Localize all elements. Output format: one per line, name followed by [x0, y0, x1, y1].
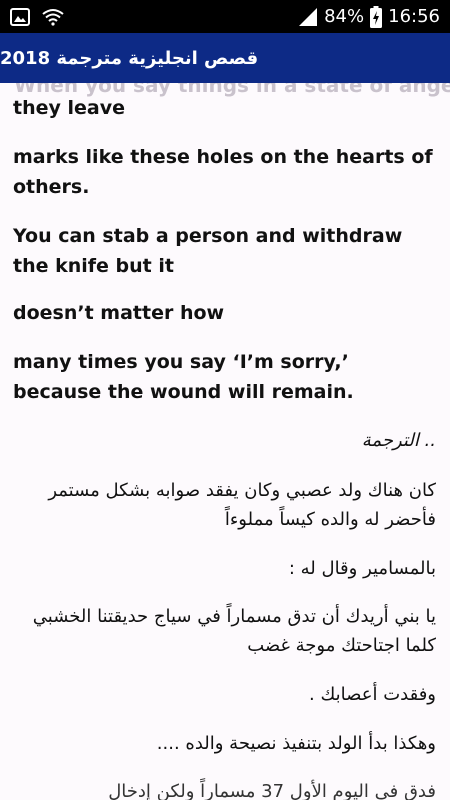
story-paragraph: they leave — [13, 97, 125, 119]
translation-paragraph: كان هناك ولد عصبي وكان يفقد صوابه بشكل م… — [48, 480, 436, 530]
status-right-icons: 84% 16:56 — [298, 5, 440, 28]
translation-heading: .. الترجمة — [361, 430, 436, 451]
battery-percent: 84% — [324, 6, 365, 27]
story-content[interactable]: When you say things in a state of anger,… — [0, 83, 450, 800]
status-bar: 84% 16:56 — [0, 0, 450, 33]
status-left-icons — [10, 7, 64, 26]
translation-paragraph: وهكذا بدأ الولد بتنفيذ نصيحة والده .... — [156, 733, 436, 754]
battery-charging-icon — [370, 5, 383, 28]
story-paragraph: You can stab a person and withdraw the k… — [13, 225, 403, 277]
story-paragraph: doesn’t matter how — [13, 302, 225, 324]
story-paragraph: many times you say ‘I’m sorry,’ because … — [13, 351, 354, 403]
app-bar: قصص انجليزية مترجمة 2018 — [0, 33, 450, 83]
signal-icon — [298, 7, 318, 27]
image-icon — [10, 7, 30, 26]
translation-paragraph: يا بني أريدك أن تدق مسماراً في سياج حديق… — [32, 606, 436, 656]
wifi-icon — [42, 8, 64, 26]
translation-paragraph: بالمسامير وقال له : — [288, 558, 436, 579]
translation-paragraph: وفقدت أعصابك . — [309, 684, 436, 705]
clock: 16:56 — [388, 6, 440, 27]
story-paragraph: marks like these holes on the hearts of … — [13, 146, 433, 198]
translation-paragraph: فدق في اليوم الأول 37 مسماراً ولكن إدخال — [108, 781, 436, 800]
app-title: قصص انجليزية مترجمة 2018 — [0, 47, 259, 69]
